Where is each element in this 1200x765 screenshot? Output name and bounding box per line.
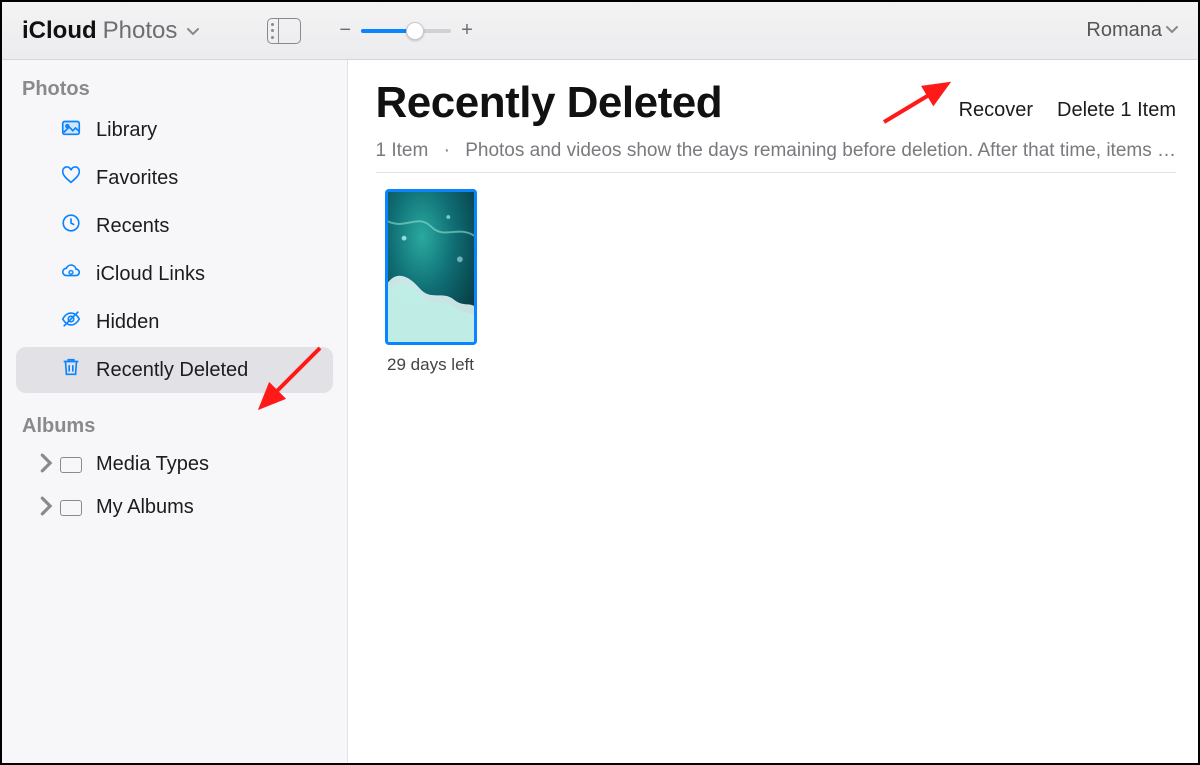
clock-icon: [60, 212, 82, 240]
toolbar: iCloud Photos − + Romana: [2, 2, 1198, 60]
album-icon: [60, 457, 82, 473]
sidebar-item-label: My Albums: [96, 496, 194, 519]
content-area: Recently Deleted Recover Delete 1 Item 1…: [348, 60, 1198, 763]
zoom-slider: − +: [339, 19, 472, 42]
library-icon: [60, 116, 82, 144]
chevron-down-icon: [1166, 23, 1178, 39]
sidebar-toggle-button[interactable]: [267, 18, 301, 44]
account-name: Romana: [1086, 19, 1162, 42]
recover-button[interactable]: Recover: [959, 99, 1033, 122]
sidebar-item-recently-deleted[interactable]: Recently Deleted: [16, 347, 333, 393]
sidebar-item-label: Recents: [96, 215, 169, 238]
action-bar: Recover Delete 1 Item: [959, 99, 1176, 128]
sidebar-item-icloud-links[interactable]: iCloud Links: [16, 251, 333, 297]
heart-icon: [60, 164, 82, 192]
sidebar-item-label: Media Types: [96, 453, 209, 476]
separator-dot: ·: [444, 140, 450, 161]
album-icon: [60, 500, 82, 516]
sidebar-item-label: Hidden: [96, 311, 159, 334]
sidebar-item-label: Favorites: [96, 167, 178, 190]
sidebar-item-media-types[interactable]: Media Types: [16, 444, 333, 485]
sidebar-item-library[interactable]: Library: [16, 107, 333, 153]
page-title: Recently Deleted: [376, 78, 723, 128]
sidebar-item-label: Library: [96, 119, 157, 142]
brand-primary: iCloud: [22, 17, 97, 45]
account-menu[interactable]: Romana: [1086, 19, 1178, 42]
photo-grid: 29 days left: [376, 173, 1176, 375]
photo-item: 29 days left: [376, 189, 486, 375]
photo-thumbnail[interactable]: [385, 189, 477, 345]
sidebar-section-photos: Photos: [2, 70, 347, 105]
sidebar-item-hidden[interactable]: Hidden: [16, 299, 333, 345]
zoom-out-button[interactable]: −: [339, 19, 351, 42]
app-title-dropdown[interactable]: iCloud Photos: [22, 17, 199, 45]
meta-row: 1 Item · Photos and videos show the days…: [376, 128, 1176, 173]
sidebar-item-recents[interactable]: Recents: [16, 203, 333, 249]
sidebar: Photos Library Favorites Recents: [2, 60, 348, 763]
delete-button[interactable]: Delete 1 Item: [1057, 99, 1176, 122]
cloud-link-icon: [60, 260, 82, 288]
zoom-knob[interactable]: [406, 22, 424, 40]
sidebar-item-favorites[interactable]: Favorites: [16, 155, 333, 201]
sidebar-item-label: Recently Deleted: [96, 359, 248, 382]
chevron-right-icon: [36, 495, 58, 520]
sidebar-item-my-albums[interactable]: My Albums: [16, 487, 333, 528]
sidebar-section-albums: Albums: [2, 407, 347, 442]
item-count: 1 Item: [376, 140, 429, 161]
brand-secondary: Photos: [103, 17, 178, 45]
chevron-right-icon: [36, 452, 58, 477]
meta-hint: Photos and videos show the days remainin…: [465, 140, 1176, 161]
photo-caption: 29 days left: [376, 355, 486, 375]
sidebar-item-label: iCloud Links: [96, 263, 205, 286]
zoom-in-button[interactable]: +: [461, 19, 473, 42]
trash-icon: [60, 356, 82, 384]
zoom-track[interactable]: [361, 29, 451, 33]
eye-slash-icon: [60, 308, 82, 336]
chevron-down-icon: [187, 25, 199, 41]
